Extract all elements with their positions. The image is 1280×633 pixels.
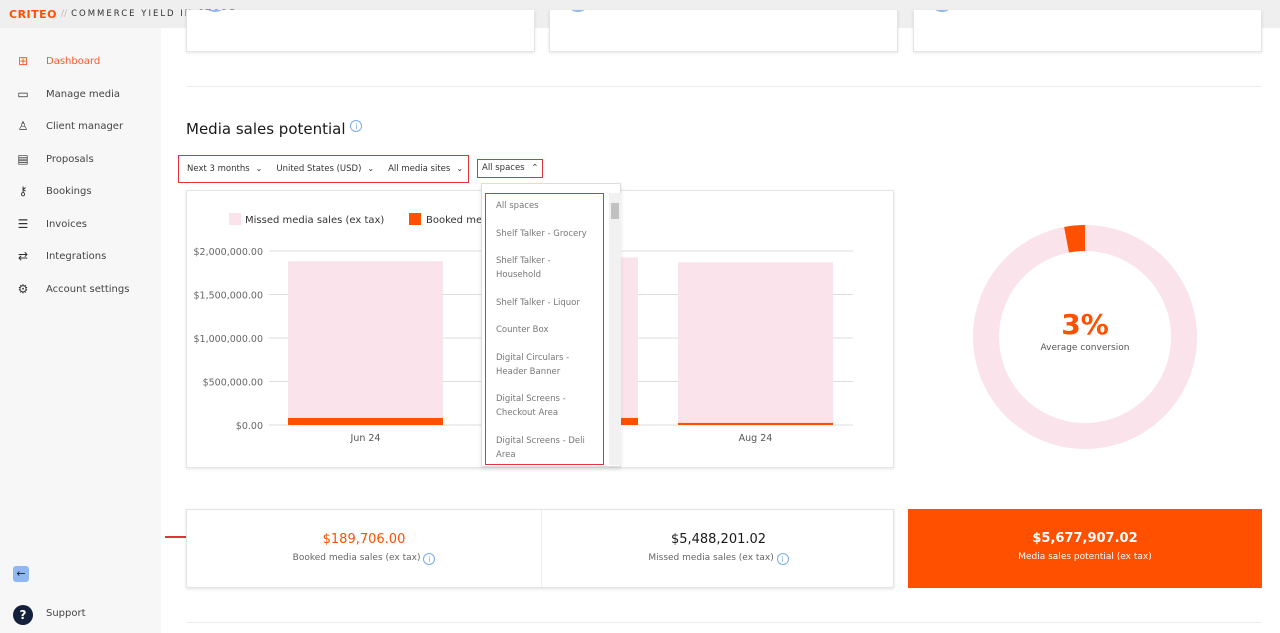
donut-slice — [1064, 225, 1086, 253]
sidebar-item-proposals[interactable]: ▤ Proposals — [16, 152, 94, 166]
sidebar-item-invoices[interactable]: ☰ Invoices — [16, 217, 87, 231]
receipt-icon: ☰ — [17, 217, 29, 231]
x-tick-label: Jun 24 — [350, 433, 381, 444]
support-link[interactable]: Support — [46, 608, 86, 619]
card-icon — [930, 10, 954, 12]
kpi-card: $189,706.00 Booked media sales (ex tax) … — [186, 509, 894, 588]
gear-icon: ⚙ — [17, 282, 29, 296]
bar-segment — [678, 262, 833, 423]
user-icon: ♙ — [17, 119, 29, 133]
monitor-icon: ▭ — [17, 87, 29, 101]
arrows-exchange-icon: ⇄ — [17, 249, 29, 263]
info-icon[interactable]: i — [423, 553, 436, 565]
country-filter[interactable]: United States (USD) ⌄ — [276, 164, 374, 174]
chevron-up-icon: ⌃ — [531, 163, 539, 173]
sidebar-item-label: Proposals — [46, 153, 94, 165]
total-label: Media sales potential (ex tax) — [1018, 552, 1152, 562]
sidebar-item-label: Bookings — [46, 185, 92, 197]
sidebar-item-bookings[interactable]: ⚷ Bookings — [16, 184, 92, 198]
y-tick-label: $1,500,000.00 — [193, 291, 263, 302]
summary-card — [549, 10, 898, 52]
dropdown-option[interactable]: Shelf Talker - Liquor — [496, 296, 591, 310]
donut-center-value: 3% — [1061, 308, 1109, 341]
booked-kpi: $189,706.00 Booked media sales (ex tax) … — [187, 510, 541, 587]
arrow-left-icon: ← — [16, 567, 26, 580]
divider — [186, 622, 1262, 623]
help-icon[interactable]: ? — [13, 605, 33, 625]
missed-value: $5,488,201.02 — [670, 532, 767, 547]
dropdown-option[interactable]: Shelf Talker - Household — [496, 254, 591, 282]
bar-segment — [288, 417, 443, 425]
x-tick-label: Aug 24 — [739, 433, 773, 444]
chevron-down-icon: ⌄ — [367, 164, 375, 173]
dropdown-option[interactable]: Digital Circulars - Header Banner — [496, 351, 591, 379]
sidebar-item-label: Invoices — [46, 218, 87, 230]
key-icon: ⚷ — [18, 184, 28, 198]
section-title-text: Media sales potential — [186, 120, 346, 138]
sites-filter[interactable]: All media sites ⌄ — [388, 164, 463, 174]
sidebar-item-label: Client manager — [46, 120, 124, 132]
total-kpi: $5,677,907.02 Media sales potential (ex … — [908, 509, 1262, 588]
filter-group: Next 3 months ⌄ United States (USD) ⌄ All … — [178, 155, 469, 183]
divider — [186, 86, 1262, 87]
dropdown-option[interactable]: Counter Box — [496, 323, 591, 337]
booked-label: Booked media sales (ex tax) — [292, 553, 421, 563]
summary-card — [913, 10, 1262, 52]
sidebar: ⊞ Dashboard ▭ Manage media ♙ Client manager… — [0, 28, 161, 633]
donut-center-label: Average conversion — [1040, 343, 1130, 353]
separator: // — [61, 9, 68, 19]
y-tick-label: $500,000.00 — [203, 378, 263, 389]
card-icon — [566, 10, 590, 12]
y-tick-label: $2,000,000.00 — [193, 247, 263, 258]
dropdown-option[interactable]: All spaces — [496, 199, 591, 213]
scrollbar-thumb[interactable] — [611, 203, 619, 219]
chevron-down-icon: ⌄ — [255, 164, 263, 173]
dropdown-option[interactable]: Shelf Talker - Grocery — [496, 227, 591, 241]
total-value: $5,677,907.02 — [1032, 531, 1138, 546]
document-edit-icon: ▤ — [17, 152, 29, 166]
booked-value: $189,706.00 — [322, 532, 406, 547]
bar-segment — [678, 422, 833, 425]
info-icon[interactable]: i — [350, 120, 363, 132]
card-icon — [203, 10, 227, 12]
spaces-filter[interactable]: All spaces ⌃ — [477, 159, 543, 178]
y-tick-label: $0.00 — [236, 421, 263, 432]
grid-icon: ⊞ — [17, 54, 29, 68]
sidebar-item-label: Dashboard — [46, 55, 101, 67]
sidebar-item-label: Account settings — [46, 283, 130, 295]
legend-swatch-missed — [229, 213, 241, 225]
collapse-sidebar-button[interactable]: ← — [13, 566, 29, 582]
missed-label: Missed media sales (ex tax) — [648, 553, 774, 563]
sidebar-item-label: Manage media — [46, 88, 121, 100]
legend-label: Missed media sales (ex tax) — [245, 215, 384, 226]
chevron-down-icon: ⌄ — [456, 164, 464, 173]
missed-kpi: $5,488,201.02 Missed media sales (ex tax… — [541, 510, 895, 587]
sidebar-item-integrations[interactable]: ⇄ Integrations — [16, 249, 106, 263]
sidebar-item-account-settings[interactable]: ⚙ Account settings — [16, 282, 130, 296]
sidebar-item-label: Integrations — [46, 250, 107, 262]
section-title: Media sales potential i — [186, 120, 363, 138]
sidebar-item-manage-media[interactable]: ▭ Manage media — [16, 87, 120, 101]
period-filter[interactable]: Next 3 months ⌄ — [187, 164, 262, 174]
legend-label: Booked me — [426, 215, 482, 226]
dropdown-scrollbar[interactable] — [609, 193, 621, 465]
summary-card — [186, 10, 535, 52]
sidebar-item-client-manager[interactable]: ♙ Client manager — [16, 119, 123, 133]
spaces-dropdown: All spaces Shelf Talker - Grocery Shelf … — [481, 183, 621, 467]
legend-swatch-booked — [409, 213, 421, 225]
sidebar-item-dashboard[interactable]: ⊞ Dashboard — [16, 54, 100, 68]
bar-segment — [288, 261, 443, 418]
dropdown-option[interactable]: Digital Screens - Deli Area — [496, 434, 591, 462]
y-tick-label: $1,000,000.00 — [193, 334, 263, 345]
criteo-logo: CRITEO — [9, 7, 58, 21]
info-icon[interactable]: i — [776, 553, 789, 565]
spaces-options-list: All spaces Shelf Talker - Grocery Shelf … — [485, 193, 604, 465]
dropdown-option[interactable]: Digital Screens - Checkout Area — [496, 392, 591, 420]
